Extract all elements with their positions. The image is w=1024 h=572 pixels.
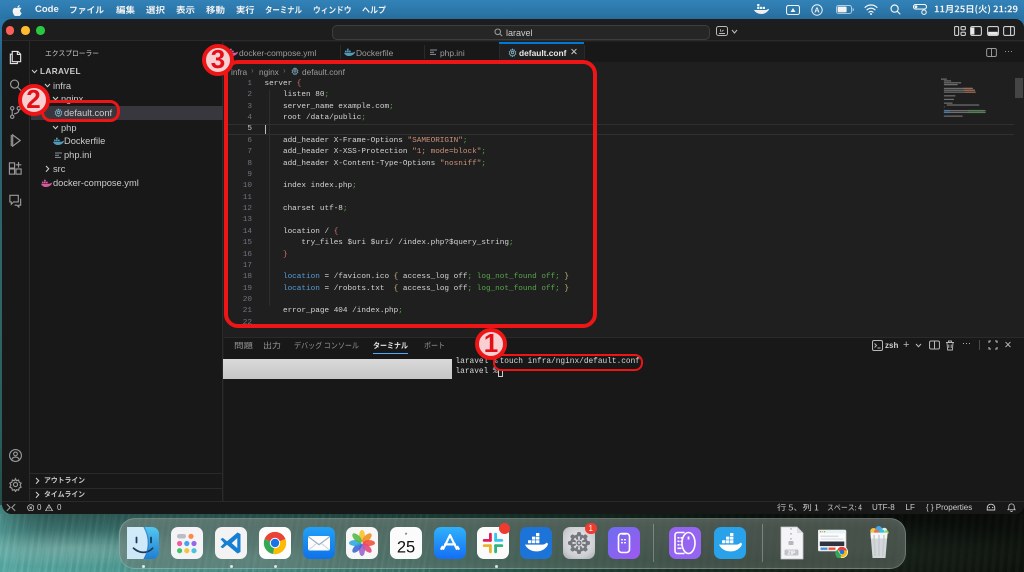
svg-text:25: 25: [397, 538, 415, 556]
svg-text:ZIP: ZIP: [788, 550, 796, 556]
